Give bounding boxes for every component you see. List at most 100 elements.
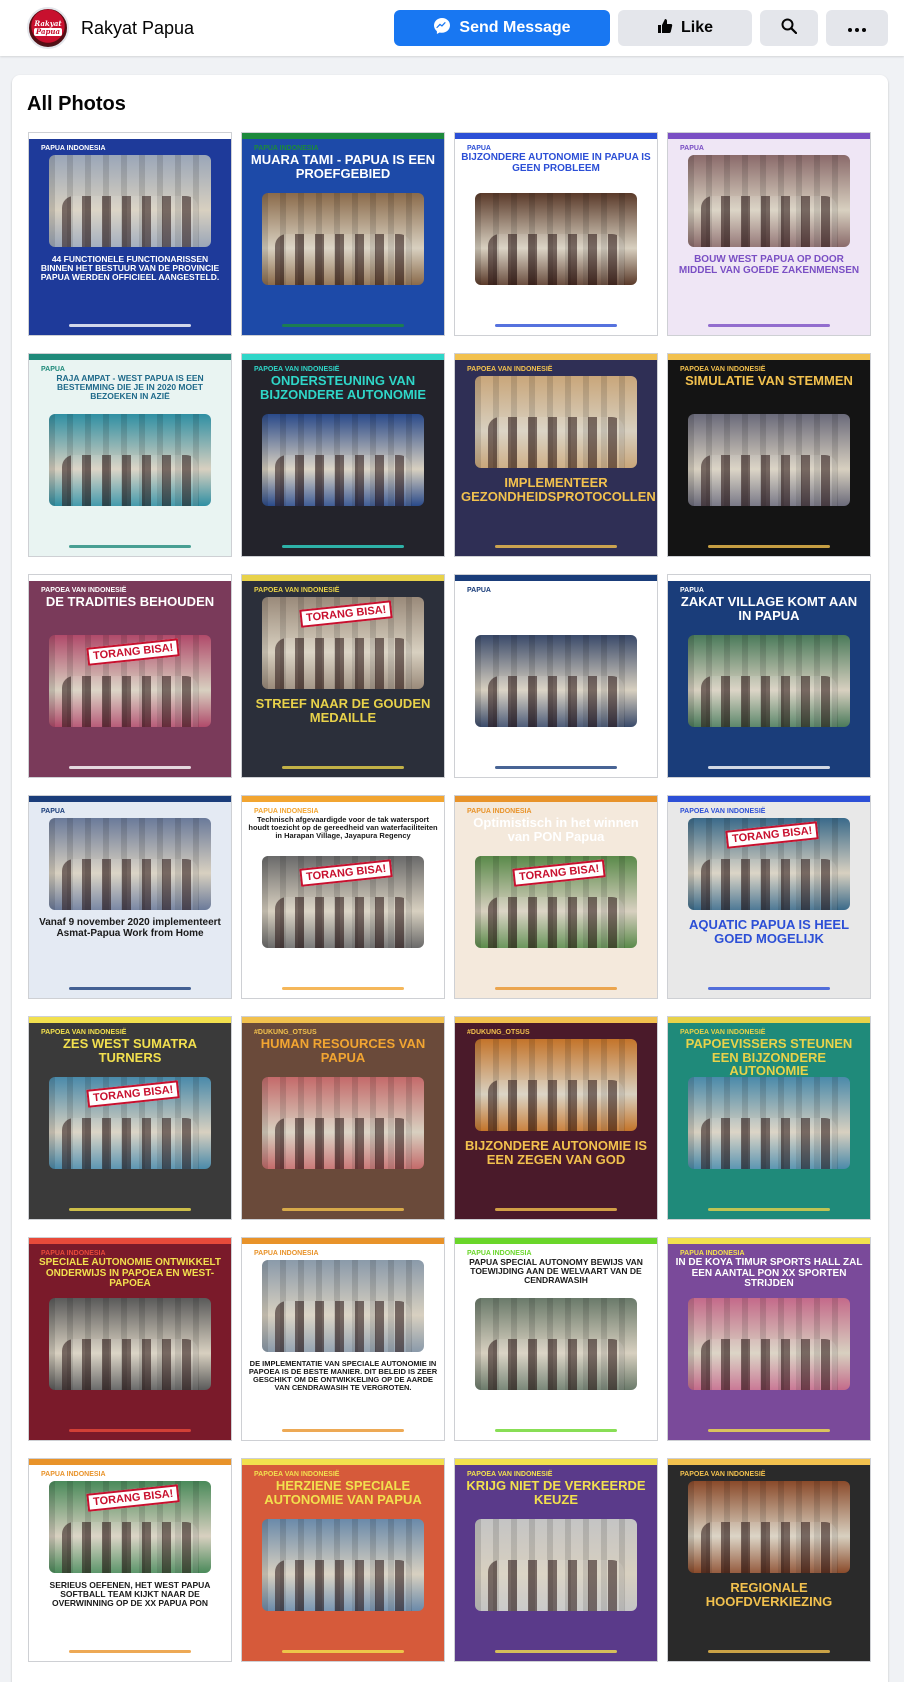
- photo-logo: PAPOEA VAN INDONESIË: [680, 1471, 766, 1478]
- photo-image: [49, 818, 211, 910]
- photo-logo: PAPUA INDONESIA: [41, 145, 106, 152]
- photo-accent-band: [668, 133, 870, 139]
- photo-thumbnail[interactable]: PAPOEA VAN INDONESIË TORANG BISA! ZES WEST…: [28, 1016, 232, 1220]
- photo-thumbnail[interactable]: PAPUA BOUW WEST PAPUA OP DOOR MIDDEL VAN …: [667, 132, 871, 336]
- search-icon: [781, 18, 798, 39]
- photo-footer-bar: [69, 1650, 191, 1653]
- photo-accent-band: [668, 575, 870, 581]
- photo-thumbnail[interactable]: PAPUA INDONESIA IN DE KOYA TIMUR SPORTS H…: [667, 1237, 871, 1441]
- search-button[interactable]: [760, 10, 818, 46]
- photo-accent-band: [242, 1238, 444, 1244]
- photo-image: [688, 155, 850, 247]
- photo-headline: ZAKAT VILLAGE KOMT AAN IN PAPUA: [680, 594, 858, 623]
- photo-thumbnail[interactable]: PAPUA WEST PAPUA MIKT OP REALISATIE VAN E…: [454, 574, 658, 778]
- photo-accent-band: [455, 1238, 657, 1244]
- photo-image: [475, 1519, 637, 1611]
- photo-footer-bar: [282, 1650, 404, 1653]
- photo-footer-bar: [708, 766, 830, 769]
- photo-image: [688, 1481, 850, 1573]
- photo-headline: SPECIALE AUTONOMIE ONTWIKKELT ONDERWIJS …: [38, 1257, 222, 1289]
- photo-thumbnail[interactable]: PAPUA INDONESIA MUARA TAMI - PAPUA IS EEN…: [241, 132, 445, 336]
- photo-thumbnail[interactable]: PAPUA RAJA AMPAT - WEST PAPUA IS EEN BEST…: [28, 353, 232, 557]
- photo-image: [262, 1260, 424, 1352]
- photo-thumbnail[interactable]: PAPOEA VAN INDONESIË IMPLEMENTEER GEZONDH…: [454, 353, 658, 557]
- photo-footer-bar: [69, 987, 191, 990]
- photo-accent-band: [29, 575, 231, 581]
- photo-thumbnail[interactable]: PAPUA INDONESIA TORANG BISA! SERIEUS OEFEN…: [28, 1458, 232, 1662]
- photo-thumbnail[interactable]: PAPUA BIJZONDERE AUTONOMIE IN PAPUA IS GE…: [454, 132, 658, 336]
- messenger-icon: [433, 17, 451, 40]
- photo-headline: ONDERSTEUNING VAN BIJZONDERE AUTONOMIE: [259, 373, 427, 402]
- photo-headline: AQUATIC PAPUA IS HEEL GOED MOGELIJK: [688, 917, 850, 946]
- photo-footer-bar: [495, 987, 617, 990]
- photo-thumbnail[interactable]: PAPOEA VAN INDONESIË REGIONALE HOOFDVERKI…: [667, 1458, 871, 1662]
- photo-accent-band: [242, 1459, 444, 1465]
- photo-footer-bar: [708, 545, 830, 548]
- photo-footer-bar: [282, 1208, 404, 1211]
- photo-headline: MUARA TAMI - PAPUA IS EEN PROEFGEBIED: [250, 152, 436, 181]
- photo-headline: HUMAN RESOURCES VAN PAPUA: [260, 1036, 426, 1065]
- photo-accent-band: [668, 1238, 870, 1244]
- photo-headline: SERIEUS OEFENEN, HET WEST PAPUA SOFTBALL…: [49, 1580, 211, 1608]
- photo-headline: DE TRADITIES BEHOUDEN: [45, 594, 215, 609]
- photo-footer-bar: [495, 545, 617, 548]
- photo-thumbnail[interactable]: PAPOEA VAN INDONESIË TORANG BISA! AQUATIC …: [667, 795, 871, 999]
- photo-thumbnail[interactable]: PAPUA INDONESIA 44 FUNCTIONELE FUNCTIONAR…: [28, 132, 232, 336]
- photo-image: [475, 376, 637, 468]
- photo-thumbnail[interactable]: #DUKUNG_OTSUS HUMAN RESOURCES VAN PAPUA: [241, 1016, 445, 1220]
- photo-footer-bar: [69, 1429, 191, 1432]
- photo-thumbnail[interactable]: PAPUA INDONESIA TORANG BISA! Technisch afg…: [241, 795, 445, 999]
- photo-accent-band: [242, 1017, 444, 1023]
- photo-headline: IN DE KOYA TIMUR SPORTS HALL ZAL EEN AAN…: [675, 1257, 863, 1289]
- photo-thumbnail[interactable]: PAPOEA VAN INDONESIË ONDERSTEUNING VAN BI…: [241, 353, 445, 557]
- photo-thumbnail[interactable]: PAPUA INDONESIA TORANG BISA! Optimistisch …: [454, 795, 658, 999]
- all-photos-section: All Photos PAPUA INDONESIA 44 FUNCTIONELE…: [12, 75, 888, 1682]
- photo-thumbnail[interactable]: PAPOEA VAN INDONESIË TORANG BISA! DE TRADI…: [28, 574, 232, 778]
- photo-headline: Technisch afgevaardigde voor de tak wate…: [248, 815, 438, 840]
- photo-image: [688, 635, 850, 727]
- like-button[interactable]: Like: [618, 10, 752, 46]
- photo-image: [475, 1298, 637, 1390]
- photo-footer-bar: [495, 324, 617, 327]
- photo-thumbnail[interactable]: PAPUA INDONESIA DE IMPLEMENTATIE VAN SPEC…: [241, 1237, 445, 1441]
- photo-thumbnail[interactable]: PAPUA INDONESIA PAPUA SPECIAL AUTONOMY BE…: [454, 1237, 658, 1441]
- photo-thumbnail[interactable]: PAPOEA VAN INDONESIË SIMULATIE VAN STEMME…: [667, 353, 871, 557]
- photo-thumbnail[interactable]: PAPUA Vanaf 9 november 2020 implementeert…: [28, 795, 232, 999]
- send-message-button[interactable]: Send Message: [394, 10, 610, 46]
- photo-logo: PAPUA: [680, 145, 704, 152]
- photo-accent-band: [455, 1459, 657, 1465]
- page-avatar[interactable]: Rakyat Papua: [27, 7, 69, 49]
- more-dots-icon: [848, 19, 866, 37]
- photo-thumbnail[interactable]: PAPUA INDONESIA SPECIALE AUTONOMIE ONTWIK…: [28, 1237, 232, 1441]
- photo-headline: DE IMPLEMENTATIE VAN SPECIALE AUTONOMIE …: [248, 1359, 438, 1392]
- more-options-button[interactable]: [826, 10, 888, 46]
- photo-thumbnail[interactable]: PAPOEA VAN INDONESIË PAPOEVISSERS STEUNEN…: [667, 1016, 871, 1220]
- photo-image: [262, 1519, 424, 1611]
- photo-accent-band: [455, 575, 657, 581]
- photo-headline: PAPOEVISSERS STEUNEN EEN BIJZONDERE AUTO…: [685, 1036, 853, 1079]
- photo-headline: PAPUA SPECIAL AUTONOMY BEWIJS VAN TOEWIJ…: [469, 1257, 643, 1285]
- send-message-label: Send Message: [459, 19, 571, 36]
- photo-headline: ZES WEST SUMATRA TURNERS: [62, 1036, 198, 1065]
- photo-accent-band: [668, 796, 870, 802]
- photo-footer-bar: [69, 324, 191, 327]
- photo-footer-bar: [495, 766, 617, 769]
- photo-image: [688, 414, 850, 506]
- photo-headline: BIJZONDERE AUTONOMIE IS EEN ZEGEN VAN GO…: [464, 1138, 648, 1167]
- photo-thumbnail[interactable]: PAPUA ZAKAT VILLAGE KOMT AAN IN PAPUA: [667, 574, 871, 778]
- photo-thumbnail[interactable]: PAPOEA VAN INDONESIË TORANG BISA! STREEF N…: [241, 574, 445, 778]
- photo-footer-bar: [69, 1208, 191, 1211]
- photo-logo: #DUKUNG_OTSUS: [467, 1029, 530, 1036]
- photo-headline: STREEF NAAR DE GOUDEN MEDAILLE: [255, 696, 431, 725]
- photo-thumbnail[interactable]: PAPOEA VAN INDONESIË HERZIENE SPECIALE AU…: [241, 1458, 445, 1662]
- photo-accent-band: [668, 1459, 870, 1465]
- photo-thumbnail[interactable]: #DUKUNG_OTSUS BIJZONDERE AUTONOMIE IS EEN…: [454, 1016, 658, 1220]
- photo-image: [688, 1298, 850, 1390]
- photo-image: [49, 414, 211, 506]
- photo-thumbnail[interactable]: PAPOEA VAN INDONESIË KRIJG NIET DE VERKEE…: [454, 1458, 658, 1662]
- photo-headline: RAJA AMPAT - WEST PAPUA IS EEN BESTEMMIN…: [56, 373, 204, 401]
- photo-accent-band: [29, 1017, 231, 1023]
- photo-headline: WEST PAPUA MIKT OP REALISATIE VAN EEN BU…: [463, 594, 649, 622]
- page-name[interactable]: Rakyat Papua: [81, 18, 194, 39]
- photo-image: [262, 193, 424, 285]
